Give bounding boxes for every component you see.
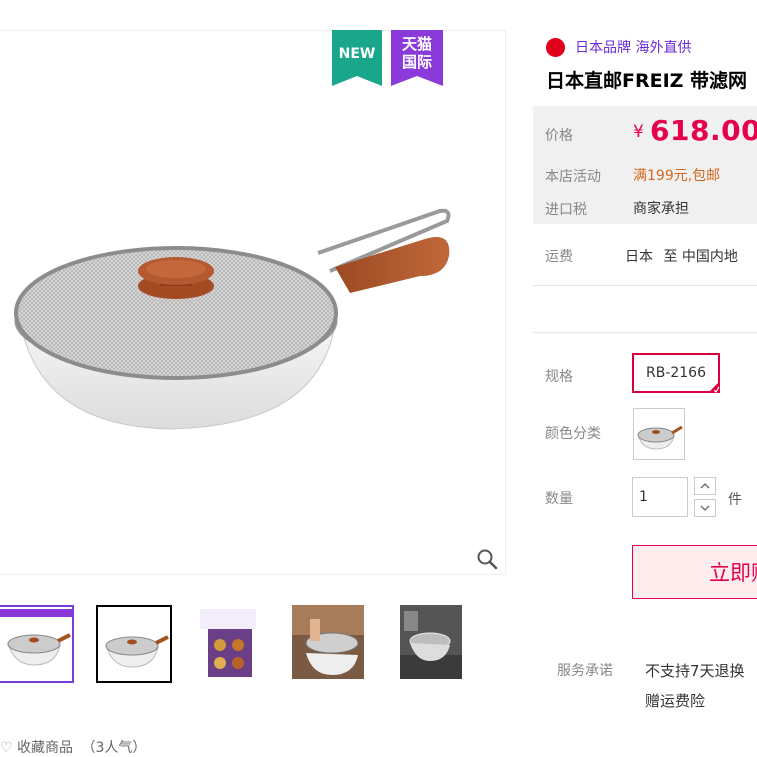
thumbnail-1[interactable] [0,605,74,683]
favorite-label: 收藏商品 [17,740,74,756]
quantity-input[interactable] [632,477,688,517]
color-option-pan[interactable] [633,408,685,460]
thumbnail-3-image [200,609,256,677]
tmall-badge-line1: 天猫 [402,35,432,53]
chevron-up-icon [700,483,710,489]
favorite-link[interactable]: ♡ 收藏商品 （3人气） [0,737,146,757]
favorite-icon: ♡ [0,740,18,756]
quantity-unit: 件 [728,492,742,508]
promo-value: 满199元,包邮 [633,168,721,184]
spec-label: 规格 [545,369,573,385]
buy-now-button[interactable]: 立即购 [632,545,757,599]
price-currency: ¥ [633,122,644,142]
price-label: 价格 [545,128,573,144]
divider [533,285,757,286]
shipping-route[interactable]: 日本 至 中国内地 [625,246,757,266]
thumbnail-2[interactable] [96,605,172,683]
quantity-decrease-button[interactable] [694,499,716,517]
chevron-down-icon [700,505,710,511]
service-line-2: 赠运费险 [645,692,706,710]
thumbnail-3[interactable] [194,605,270,683]
thumbnail-4-image [292,605,364,679]
service-line-1: 不支持7天退换 [645,662,745,680]
thumbnail-1-image [0,609,72,666]
color-label: 颜色分类 [545,426,601,442]
product-title: 日本直邮FREIZ 带滤网 [546,70,748,92]
spec-option-rb-2166[interactable]: RB-2166 [632,353,720,393]
favorite-count: （3人气） [81,740,147,756]
brand-origin-text: 日本品牌 海外直供 [575,40,692,56]
japan-flag-icon [546,37,565,57]
price-value: 618.00 [650,114,757,147]
quantity-label: 数量 [545,491,573,507]
tax-label: 进口税 [545,202,587,218]
new-badge-label: NEW [339,46,376,62]
thumbnail-5-image [400,605,462,679]
new-badge: NEW [332,30,382,86]
brand-origin-tag: 日本品牌 海外直供 [546,37,691,57]
thumbnail-2-image [105,635,169,668]
main-product-image [14,208,451,430]
main-image-frame [0,30,506,575]
shipping-from: 日本 [625,249,653,265]
thumbnail-4[interactable] [292,605,368,683]
service-label: 服务承诺 [557,663,613,679]
tax-value: 商家承担 [633,201,689,217]
shipping-label: 运费 [545,249,573,265]
quantity-increase-button[interactable] [694,477,716,495]
divider [533,332,757,333]
promo-label: 本店活动 [545,169,601,185]
spec-option-text: RB-2166 [645,365,706,381]
tmall-global-badge: 天猫 国际 [391,30,443,86]
buy-now-label: 立即购 [709,561,757,585]
shipping-to: 至 中国内地 [663,249,738,265]
selected-check-icon [708,381,720,393]
tmall-badge-line2: 国际 [402,53,432,71]
zoom-icon[interactable] [476,548,498,570]
color-option-image [637,425,683,450]
thumbnail-5[interactable] [400,605,462,683]
